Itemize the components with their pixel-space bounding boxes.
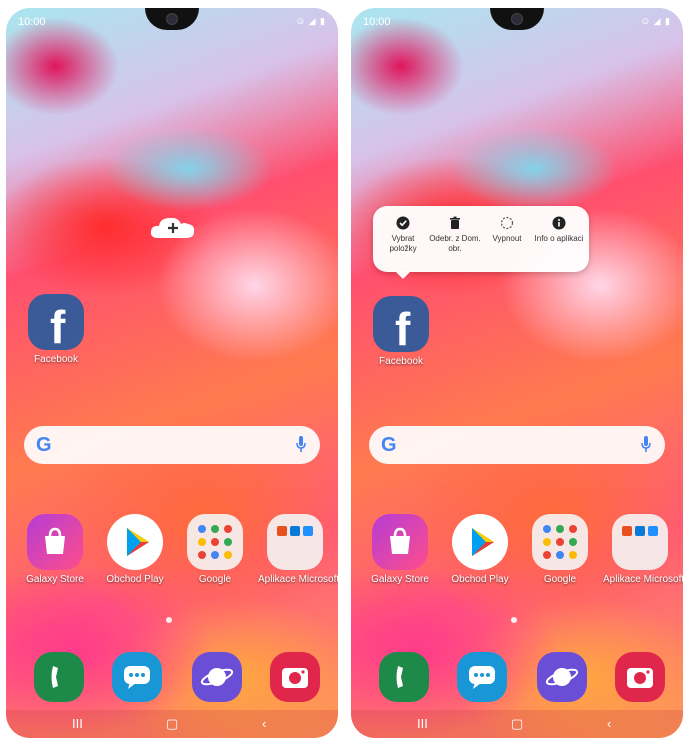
galaxy-store-app[interactable]: Galaxy Store [363,514,437,585]
galaxy-store-icon [372,514,428,570]
trash-icon [448,216,462,230]
dashed-circle-icon [500,216,514,230]
play-store-icon [107,514,163,570]
messages-app-icon[interactable] [457,652,507,702]
front-camera-icon [166,13,178,25]
internet-app-icon[interactable] [537,652,587,702]
phone-app-icon[interactable] [379,652,429,702]
menu-item-remove[interactable]: Odebr. z Dom. obr. [429,216,481,254]
menu-pointer [395,271,411,279]
navigation-bar: III ▢ ‹ [6,710,338,738]
status-time: 10:00 [18,16,46,28]
microsoft-folder[interactable]: Aplikace Microsoft [603,514,683,585]
app-row: Galaxy Store Obchod Play Google Aplikace [357,514,683,604]
mic-icon[interactable] [641,436,651,452]
back-button[interactable]: ‹ [607,716,611,731]
menu-item-app-info[interactable]: Info o aplikaci [533,216,585,244]
app-label: Galaxy Store [26,574,84,585]
messages-app-icon[interactable] [112,652,162,702]
google-folder-icon [532,514,588,570]
play-store-icon [452,514,508,570]
google-search-bar[interactable]: G [369,426,665,464]
app-label: Google [543,574,577,585]
status-icons: ⊙ ◢ ▮ [641,16,671,26]
app-label: Obchod Play [106,574,164,585]
menu-item-label: Info o aplikaci [534,234,584,243]
page-indicator [511,617,517,623]
google-logo-icon: G [381,434,397,456]
check-circle-icon [396,216,410,230]
app-label: Aplikace Microsoft [603,574,683,585]
facebook-icon: f [373,296,429,355]
app-row: Galaxy Store Obchod Play Google Aplikace [12,514,338,604]
facebook-app[interactable]: f Facebook [371,296,431,367]
google-folder-icon [187,514,243,570]
phone-app-icon[interactable] [34,652,84,702]
navigation-bar: III ▢ ‹ [351,710,683,738]
internet-app-icon[interactable] [192,652,242,702]
app-label: Aplikace Microsoft [258,574,338,585]
home-screen-left: 10:00 ⊙ ◢ ▮ f Facebook G Galaxy Store Ob… [6,8,338,738]
camera-app-icon[interactable] [615,652,665,702]
menu-item-select[interactable]: Vybrat položky [377,216,429,254]
facebook-app[interactable]: f Facebook [26,294,86,365]
google-logo-icon: G [36,434,52,456]
info-icon [552,216,566,230]
obchod-play-app[interactable]: Obchod Play [443,514,517,585]
menu-item-label: Odebr. z Dom. obr. [429,234,481,253]
obchod-play-app[interactable]: Obchod Play [98,514,172,585]
status-time: 10:00 [363,16,391,28]
google-folder[interactable]: Google [178,514,252,585]
app-label: Obchod Play [451,574,509,585]
status-icons: ⊙ ◢ ▮ [296,16,326,26]
dock [12,652,332,712]
recent-apps-button[interactable]: III [72,716,83,731]
app-label: Google [198,574,232,585]
home-screen-right: 10:00 ⊙ ◢ ▮ Vybrat položky Odebr. z Dom.… [351,8,683,738]
mic-icon[interactable] [296,436,306,452]
camera-app-icon[interactable] [270,652,320,702]
app-context-menu: Vybrat položky Odebr. z Dom. obr. Vypnou… [373,206,589,279]
home-button[interactable]: ▢ [166,716,178,732]
microsoft-folder-icon [267,514,323,570]
google-folder[interactable]: Google [523,514,597,585]
microsoft-folder[interactable]: Aplikace Microsoft [258,514,338,585]
camera-notch [490,8,544,30]
add-page-cloud-icon[interactable] [148,214,198,240]
menu-item-label: Vybrat položky [389,234,417,253]
app-label: Facebook [379,356,423,367]
facebook-icon: f [28,294,84,353]
google-search-bar[interactable]: G [24,426,320,464]
dock [357,652,677,712]
galaxy-store-icon [27,514,83,570]
menu-item-disable[interactable]: Vypnout [481,216,533,244]
back-button[interactable]: ‹ [262,716,266,731]
camera-notch [145,8,199,30]
front-camera-icon [511,13,523,25]
app-label: Galaxy Store [371,574,429,585]
home-button[interactable]: ▢ [511,716,523,732]
app-label: Facebook [34,354,78,365]
galaxy-store-app[interactable]: Galaxy Store [18,514,92,585]
microsoft-folder-icon [612,514,668,570]
recent-apps-button[interactable]: III [417,716,428,731]
page-indicator [166,617,172,623]
menu-item-label: Vypnout [492,234,522,243]
